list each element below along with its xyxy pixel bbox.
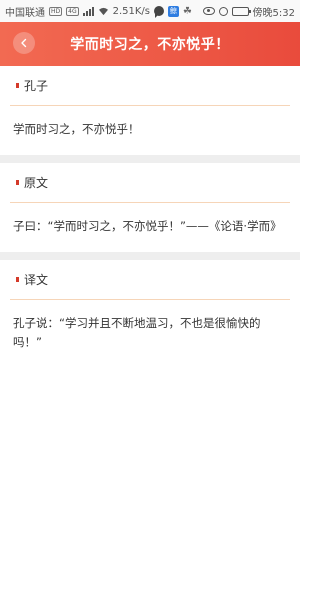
section-author: 孔子 学而时习之，不亦悦乎！ [0,66,300,155]
hd-badge: HD [49,6,63,16]
section-title: 原文 [24,176,49,190]
section-marker [16,277,19,282]
content: 孔子 学而时习之，不亦悦乎！ 原文 子曰：“学而时习之，不亦悦乎！”——《论语·… [0,66,300,368]
section-title: 孔子 [24,79,49,93]
status-right: 傍晚5:32 [202,4,295,19]
signal-icon [82,6,94,16]
section-body: 学而时习之，不亦悦乎！ [13,122,140,136]
section-header: 孔子 [10,66,290,106]
section-title: 译文 [24,273,49,287]
network-badge: 4G [66,6,79,16]
status-left: 中国联通 HD 4G 2.51K/s 鲸 ☘ [5,4,194,19]
section-body: 孔子说：“学习并且不断地温习，不也是很愉快的吗！” [13,316,261,349]
app-notification-icon: 鲸 [168,5,180,17]
page-title: 学而时习之，不亦悦乎！ [70,37,230,53]
section-divider [0,155,300,163]
eye-icon [202,7,215,15]
section-translation: 译文 孔子说：“学习并且不断地温习，不也是很愉快的吗！” [0,260,300,368]
net-speed: 2.51K/s [112,5,151,17]
alarm-icon [218,6,228,16]
app-header: 学而时习之，不亦悦乎！ [0,22,300,66]
section-marker [16,180,19,185]
section-original-text: 原文 子曰：“学而时习之，不亦悦乎！”——《论语·学而》 [0,163,300,252]
status-bar: 中国联通 HD 4G 2.51K/s 鲸 ☘ 傍晚5:32 [0,0,300,22]
carrier-label: 中国联通 [5,7,45,19]
section-body: 子曰：“学而时习之，不亦悦乎！”——《论语·学而》 [13,219,282,233]
clock: 傍晚5:32 [252,7,295,19]
chat-icon [154,6,165,18]
back-arrow-icon [21,38,27,48]
section-header: 原文 [10,163,290,203]
wifi-icon [98,7,108,15]
section-header: 译文 [10,260,290,300]
paw-icon: ☘ [183,5,192,17]
section-divider [0,252,300,260]
section-marker [16,83,19,88]
back-button[interactable] [13,32,35,54]
battery-icon [231,6,251,16]
